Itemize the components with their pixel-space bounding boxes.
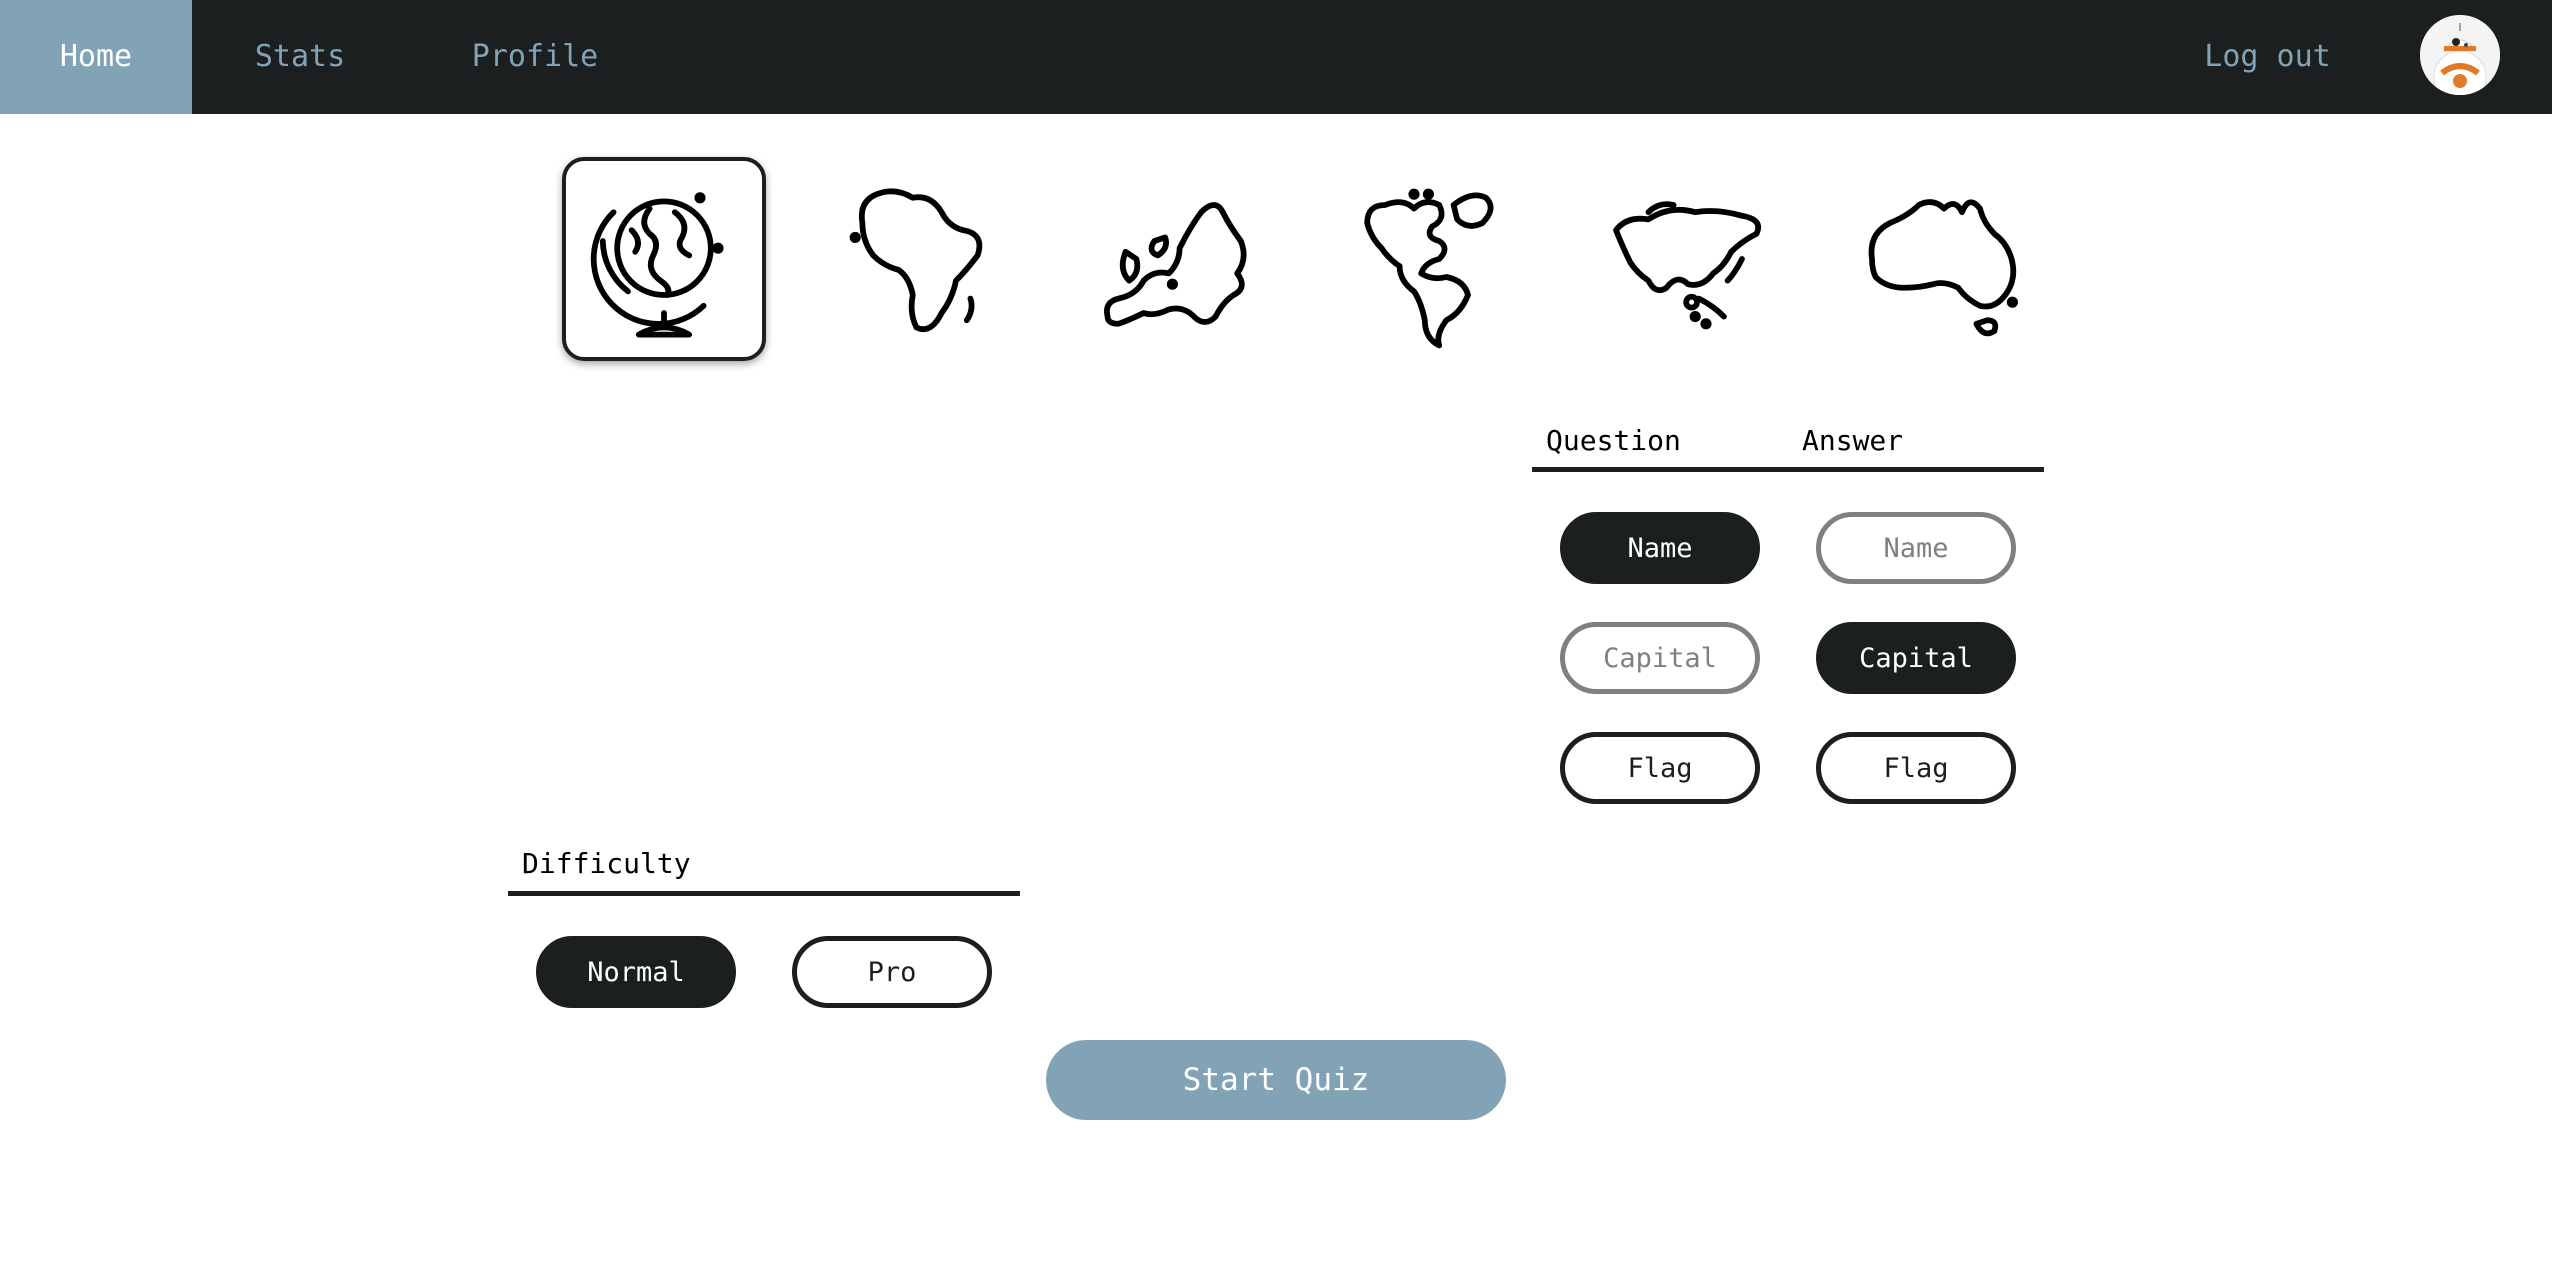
nav-home-link[interactable]: Home bbox=[0, 0, 192, 114]
answer-flag-option[interactable]: Flag bbox=[1816, 732, 2016, 804]
answer-capital-option[interactable]: Capital bbox=[1816, 622, 2016, 694]
americas-map-icon bbox=[1364, 188, 1494, 349]
difficulty-normal-option[interactable]: Normal bbox=[536, 936, 736, 1008]
question-flag-option[interactable]: Flag bbox=[1560, 732, 1760, 804]
globe-icon bbox=[590, 192, 724, 338]
question-capital-option[interactable]: Capital bbox=[1560, 622, 1760, 694]
difficulty-heading: Difficulty bbox=[522, 847, 691, 880]
region-world-button[interactable] bbox=[562, 157, 766, 361]
region-oceania-button[interactable] bbox=[1842, 157, 2046, 361]
user-avatar[interactable] bbox=[2420, 15, 2500, 95]
region-americas-button[interactable] bbox=[1330, 157, 1534, 361]
region-africa-button[interactable] bbox=[818, 157, 1022, 361]
answer-name-option[interactable]: Name bbox=[1816, 512, 2016, 584]
region-asia-button[interactable] bbox=[1586, 157, 1790, 361]
question-heading: Question bbox=[1546, 424, 1681, 457]
europe-map-icon bbox=[1104, 202, 1247, 327]
difficulty-pro-option[interactable]: Pro bbox=[792, 936, 992, 1008]
top-nav-bar: Home Stats Profile Log out bbox=[0, 0, 2552, 114]
asia-map-icon bbox=[1613, 201, 1762, 330]
logout-link[interactable]: Log out bbox=[2180, 0, 2355, 114]
region-europe-button[interactable] bbox=[1074, 157, 1278, 361]
robot-avatar-icon bbox=[2420, 15, 2500, 95]
nav-profile-link[interactable]: Profile bbox=[440, 0, 630, 114]
africa-map-icon bbox=[849, 188, 983, 333]
question-name-option[interactable]: Name bbox=[1560, 512, 1760, 584]
nav-stats-link[interactable]: Stats bbox=[220, 0, 380, 114]
start-quiz-button[interactable]: Start Quiz bbox=[1046, 1040, 1506, 1120]
oceania-map-icon bbox=[1868, 199, 2018, 337]
answer-heading: Answer bbox=[1802, 424, 1904, 457]
difficulty-divider bbox=[508, 891, 1020, 896]
question-answer-divider bbox=[1532, 467, 2044, 472]
